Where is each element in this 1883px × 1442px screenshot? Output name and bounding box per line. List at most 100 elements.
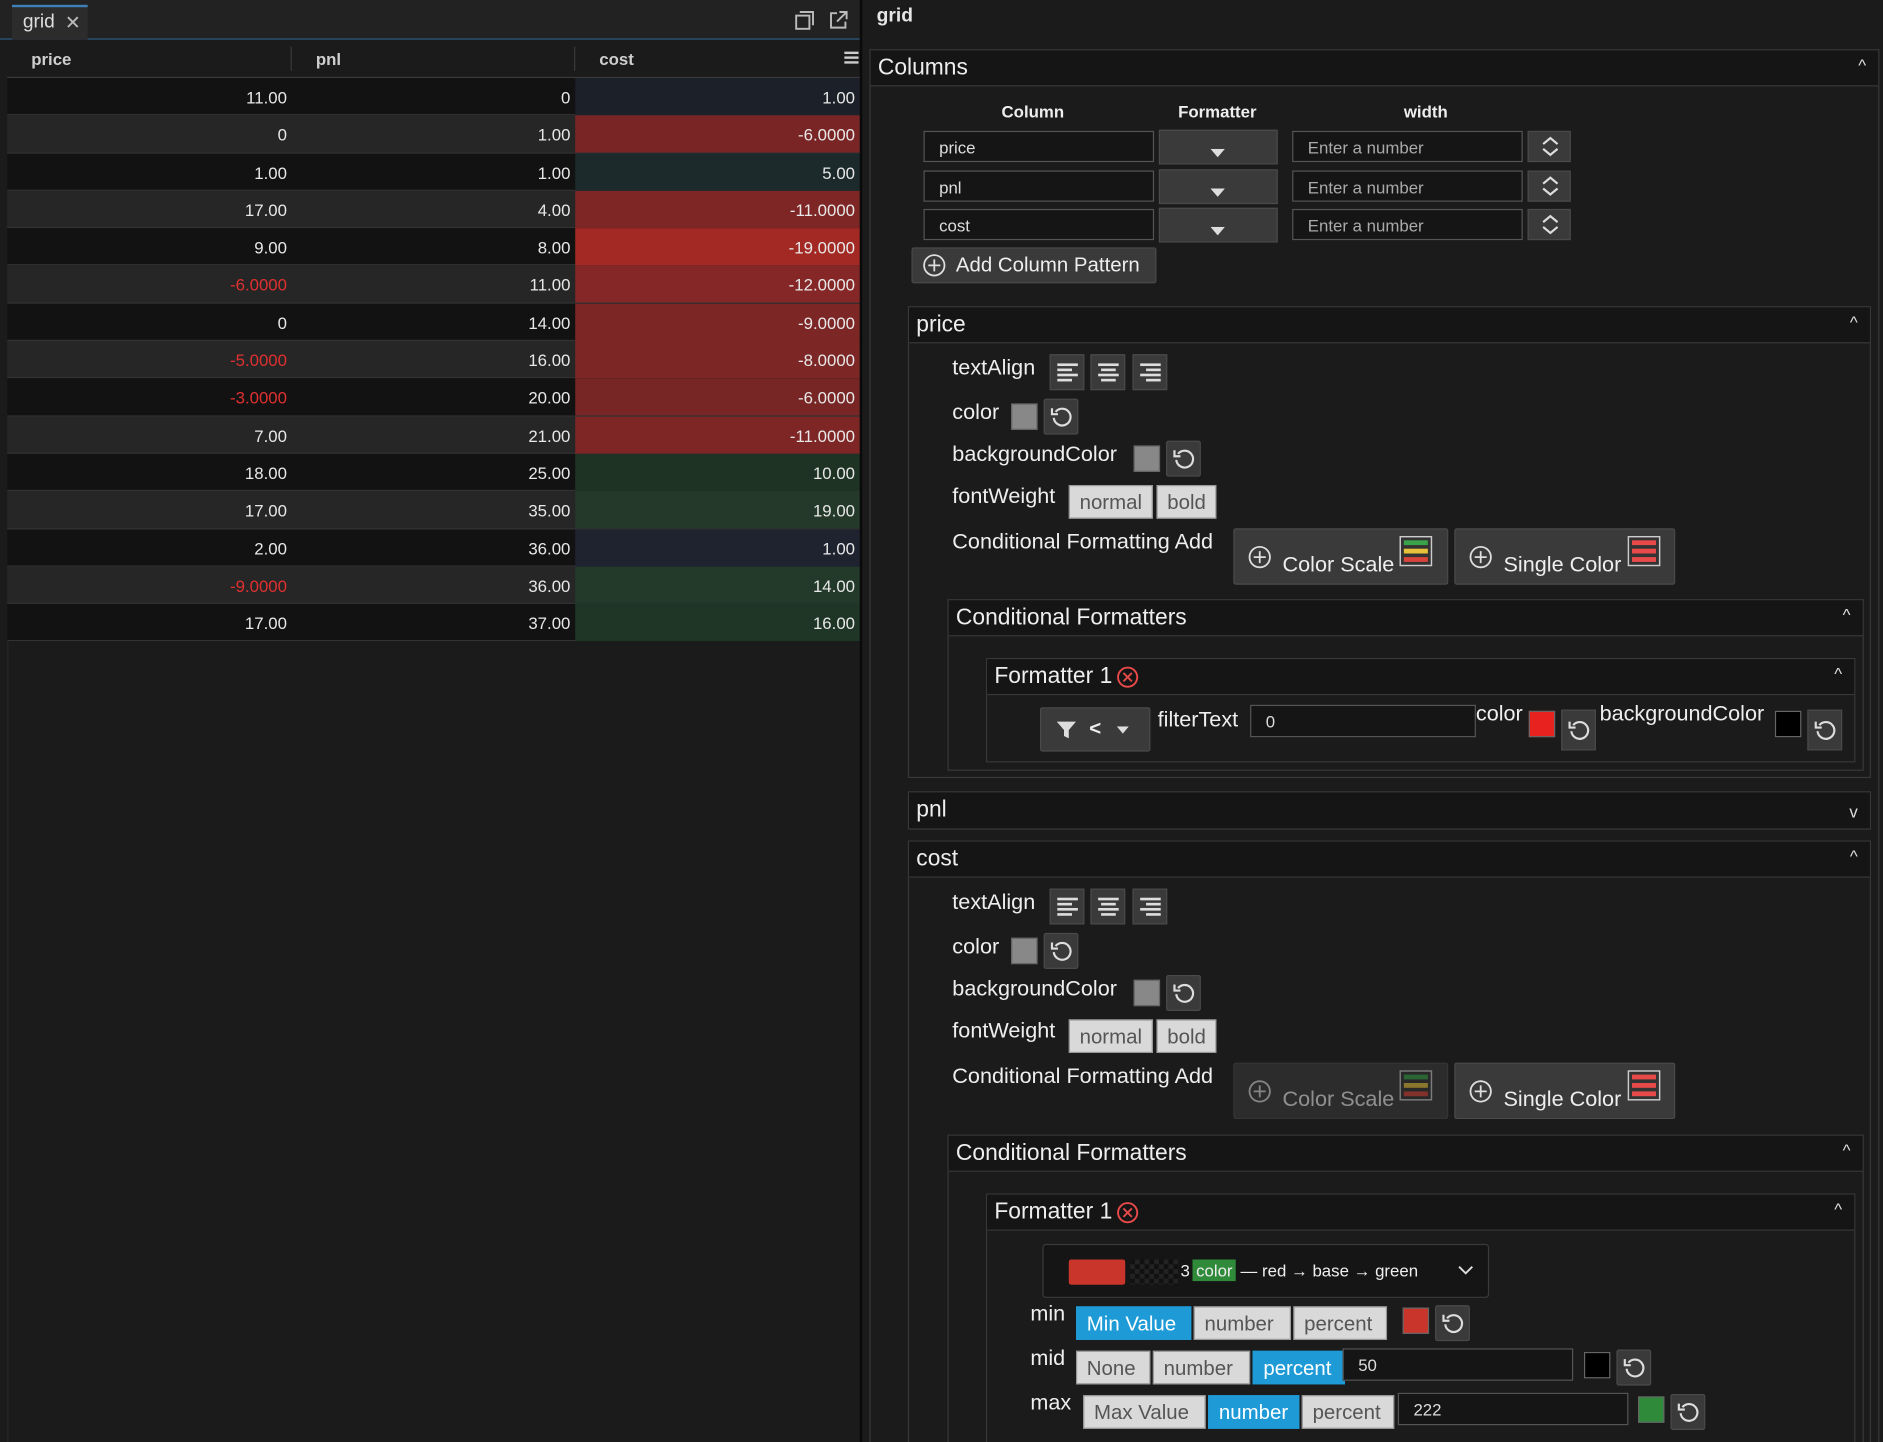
- close-icon[interactable]: ✕: [65, 11, 81, 35]
- mid-color-swatch[interactable]: [1583, 1351, 1611, 1379]
- table-cell-price[interactable]: 9.00: [7, 228, 292, 265]
- reset-background-button[interactable]: [1807, 709, 1843, 751]
- collapse-icon[interactable]: ^: [1850, 846, 1858, 865]
- mid-option-button[interactable]: percent: [1252, 1350, 1345, 1385]
- table-cell-price[interactable]: 0: [7, 304, 292, 341]
- min-option-button[interactable]: number: [1193, 1306, 1291, 1340]
- table-cell-cost[interactable]: 14.00: [575, 566, 860, 604]
- table-row[interactable]: 9.00 8.00 -19.0000: [7, 228, 860, 266]
- table-cell-cost[interactable]: 1.00: [575, 78, 860, 116]
- max-option-button[interactable]: Max Value: [1083, 1395, 1206, 1429]
- table-row[interactable]: 18.00 25.00 10.00: [7, 453, 860, 492]
- table-cell-price[interactable]: -3.0000: [7, 379, 292, 416]
- table-row[interactable]: 11.00 0 1.00: [7, 78, 860, 116]
- formatter-background-swatch[interactable]: [1774, 710, 1802, 738]
- font-weight-bold-button[interactable]: bold: [1156, 1019, 1217, 1053]
- collapse-icon[interactable]: ^: [1843, 1141, 1851, 1160]
- table-cell-cost[interactable]: -6.0000: [575, 115, 860, 153]
- max-option-button[interactable]: number: [1208, 1395, 1300, 1429]
- table-cell-pnl[interactable]: 16.00: [292, 341, 575, 378]
- table-row[interactable]: 0 1.00 -6.0000: [7, 115, 860, 154]
- cf-section-header[interactable]: Conditional Formatters ^: [948, 600, 1863, 637]
- table-row[interactable]: -3.0000 20.00 -6.0000: [7, 378, 860, 417]
- min-option-button[interactable]: percent: [1293, 1306, 1388, 1340]
- table-row[interactable]: 2.00 36.00 1.00: [7, 528, 860, 567]
- table-row[interactable]: -6.0000 11.00 -12.0000: [7, 265, 860, 304]
- table-cell-pnl[interactable]: 35.00: [292, 491, 575, 528]
- font-weight-normal-button[interactable]: normal: [1068, 485, 1153, 519]
- width-stepper[interactable]: [1527, 169, 1571, 202]
- table-row[interactable]: 17.00 35.00 19.00: [7, 491, 860, 529]
- column-pattern-input[interactable]: price: [923, 130, 1155, 163]
- formatter-dropdown[interactable]: [1158, 129, 1278, 165]
- align-center-button[interactable]: [1090, 888, 1126, 925]
- table-row[interactable]: -5.0000 16.00 -8.0000: [7, 341, 860, 379]
- background-color-swatch[interactable]: [1133, 445, 1161, 472]
- pnl-section-header[interactable]: pnl v: [909, 792, 1870, 830]
- table-cell-price[interactable]: 17.00: [7, 604, 292, 641]
- column-header-cost[interactable]: cost: [575, 41, 860, 78]
- formatter-color-swatch[interactable]: [1528, 710, 1556, 738]
- table-cell-pnl[interactable]: 20.00: [292, 379, 575, 416]
- max-option-button[interactable]: percent: [1301, 1395, 1395, 1429]
- width-stepper[interactable]: [1527, 130, 1571, 163]
- table-cell-cost[interactable]: -11.0000: [575, 416, 860, 454]
- table-row[interactable]: 17.00 4.00 -11.0000: [7, 190, 860, 229]
- table-cell-price[interactable]: 2.00: [7, 529, 292, 566]
- reset-color-button[interactable]: [1561, 709, 1596, 751]
- add-single-color-button[interactable]: Single Color: [1454, 528, 1676, 585]
- collapse-icon[interactable]: ^: [1834, 1199, 1842, 1218]
- table-cell-pnl[interactable]: 37.00: [292, 604, 575, 641]
- add-column-pattern-button[interactable]: Add Column Pattern: [911, 247, 1157, 284]
- reset-background-button[interactable]: [1166, 440, 1201, 477]
- mid-option-button[interactable]: None: [1075, 1350, 1151, 1385]
- column-pattern-input[interactable]: pnl: [923, 169, 1155, 202]
- reset-min-color-button[interactable]: [1435, 1305, 1470, 1342]
- font-weight-normal-button[interactable]: normal: [1068, 1019, 1153, 1053]
- table-row[interactable]: 17.00 37.00 16.00: [7, 604, 860, 642]
- cost-section-header[interactable]: cost ^: [909, 841, 1870, 878]
- align-right-button[interactable]: [1132, 888, 1168, 925]
- maximize-icon[interactable]: [794, 10, 816, 32]
- column-header-pnl[interactable]: pnl: [292, 41, 575, 78]
- table-cell-price[interactable]: 1.00: [7, 153, 292, 190]
- table-cell-pnl[interactable]: 0: [292, 78, 575, 115]
- table-cell-price[interactable]: -9.0000: [7, 567, 292, 604]
- min-color-swatch[interactable]: [1402, 1307, 1430, 1334]
- color-scale-dropdown[interactable]: 3 color — red → base → green: [1042, 1243, 1490, 1298]
- table-cell-price[interactable]: 0: [7, 116, 292, 153]
- table-cell-price[interactable]: 11.00: [7, 78, 292, 115]
- expand-icon[interactable]: v: [1849, 802, 1857, 821]
- table-cell-pnl[interactable]: 4.00: [292, 191, 575, 228]
- width-input[interactable]: Enter a number: [1292, 130, 1523, 163]
- font-weight-bold-button[interactable]: bold: [1156, 485, 1217, 519]
- reset-background-button[interactable]: [1166, 974, 1201, 1011]
- formatter-dropdown[interactable]: [1158, 207, 1278, 243]
- formatter-1-header[interactable]: Formatter 1 ^: [987, 1194, 1855, 1231]
- table-row[interactable]: 7.00 21.00 -11.0000: [7, 416, 860, 454]
- filter-operator-dropdown[interactable]: <: [1039, 707, 1151, 752]
- reset-color-button[interactable]: [1043, 932, 1079, 969]
- table-cell-pnl[interactable]: 21.00: [292, 416, 575, 453]
- min-option-button[interactable]: Min Value: [1075, 1306, 1192, 1340]
- collapse-icon[interactable]: ^: [1843, 605, 1851, 624]
- table-cell-cost[interactable]: -6.0000: [575, 378, 860, 416]
- collapse-icon[interactable]: ^: [1834, 664, 1842, 683]
- column-menu-icon[interactable]: [844, 50, 859, 64]
- table-cell-pnl[interactable]: 14.00: [292, 304, 575, 341]
- add-single-color-button[interactable]: Single Color: [1454, 1062, 1676, 1120]
- column-pattern-input[interactable]: cost: [923, 208, 1155, 241]
- column-header-price[interactable]: price: [7, 41, 290, 78]
- table-cell-price[interactable]: 18.00: [7, 454, 292, 491]
- table-cell-pnl[interactable]: 36.00: [292, 567, 575, 604]
- table-cell-cost[interactable]: -8.0000: [575, 341, 860, 379]
- mid-option-button[interactable]: number: [1152, 1350, 1251, 1385]
- table-cell-cost[interactable]: 5.00: [575, 153, 860, 191]
- table-cell-price[interactable]: 7.00: [7, 416, 292, 453]
- table-cell-pnl[interactable]: 1.00: [292, 116, 575, 153]
- align-right-button[interactable]: [1132, 354, 1168, 391]
- table-cell-price[interactable]: -6.0000: [7, 266, 292, 303]
- width-input[interactable]: Enter a number: [1292, 208, 1523, 241]
- remove-circle-icon[interactable]: [1116, 665, 1140, 689]
- table-cell-cost[interactable]: 19.00: [575, 491, 860, 529]
